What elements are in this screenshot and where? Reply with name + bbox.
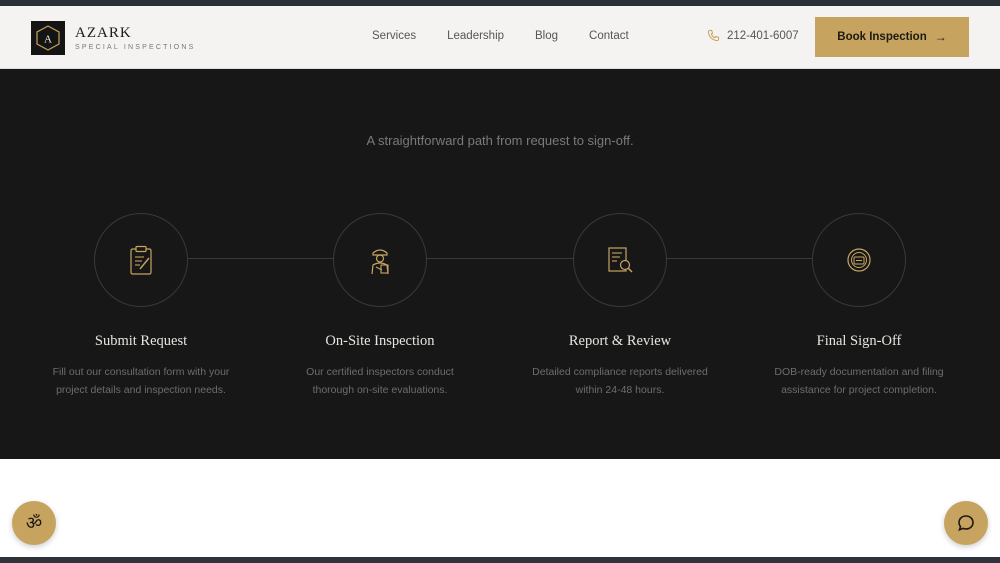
accessibility-button[interactable]: ॐ [12,501,56,545]
arrow-right-icon: → [934,30,947,44]
brand-name: AZARK [75,25,132,41]
bottom-browser-strip [0,557,1000,563]
brand-tagline: SPECIAL INSPECTIONS [75,44,196,51]
process-connector-line [140,258,860,259]
step-icon-circle [812,213,906,307]
chat-bubble-icon [958,515,974,532]
logo[interactable]: A AZARK SPECIAL INSPECTIONS [31,21,196,55]
logo-mark: A [31,21,65,55]
white-section [0,459,1000,557]
step-title: Final Sign-Off [816,333,902,349]
phone-number: 212-401-6007 [727,29,799,42]
step-description: Detailed compliance reports delivered wi… [532,366,708,396]
seal-icon [847,248,871,272]
book-inspection-button[interactable]: Book Inspection → [815,17,969,57]
logo-letter: A [44,34,52,46]
chat-button[interactable] [944,501,988,545]
process-section: A straightforward path from request to s… [0,69,1000,459]
site-header: A AZARK SPECIAL INSPECTIONS Services Lea… [0,6,1000,69]
inspector-icon [371,249,389,275]
main-nav: Services Leadership Blog Contact [372,30,660,42]
step-title: Report & Review [568,333,672,349]
logo-hexagon-icon: A [36,25,60,51]
report-search-icon [608,247,633,273]
phone-icon [707,29,720,42]
nav-contact[interactable]: Contact [589,30,629,42]
step-final-sign-off: Final Sign-Off DOB-ready documentation a… [759,213,959,399]
nav-leadership[interactable]: Leadership [447,30,504,42]
step-on-site-inspection: On-Site Inspection Our certified inspect… [280,213,480,399]
step-icon-circle [94,213,188,307]
step-title: Submit Request [94,333,188,349]
step-report-review: Report & Review Detailed compliance repo… [520,213,720,399]
nav-services[interactable]: Services [372,30,416,42]
accessibility-icon: ॐ [25,513,43,533]
book-inspection-label: Book Inspection [837,31,927,43]
step-icon-circle [573,213,667,307]
step-icon-circle [333,213,427,307]
step-title: On-Site Inspection [325,333,435,349]
phone-link[interactable]: 212-401-6007 [707,29,799,42]
step-submit-request: Submit Request Fill out our consultation… [41,213,241,399]
clipboard-icon [130,245,152,275]
step-description: Our certified inspectors conduct thoroug… [306,366,454,396]
nav-blog[interactable]: Blog [535,30,558,42]
process-subtitle: A straightforward path from request to s… [366,133,634,148]
step-description: Fill out our consultation form with your… [52,366,230,396]
step-description: DOB-ready documentation and filing assis… [774,366,944,396]
